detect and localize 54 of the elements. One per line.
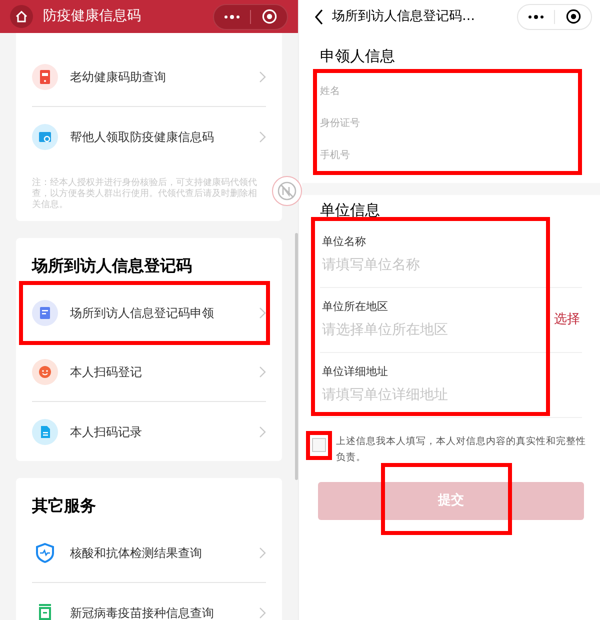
more-icon xyxy=(224,14,240,18)
card-title: 其它服务 xyxy=(32,495,97,517)
menu-item[interactable]: 帮他人领取防疫健康信息码 xyxy=(32,107,266,166)
chevron-right-icon xyxy=(259,547,266,559)
input-field[interactable]: 请选择单位所在地区 xyxy=(322,320,542,341)
input-field[interactable]: 请填写单位详细地址 xyxy=(322,384,542,406)
header-title: 场所到访人信息登记码… xyxy=(332,8,476,26)
menu-item-label: 核酸和抗体检测结果查询 xyxy=(70,545,203,562)
id-card-icon xyxy=(32,64,58,90)
input-field[interactable]: 姓名 xyxy=(320,75,582,107)
target-icon xyxy=(566,9,580,24)
home-button[interactable] xyxy=(10,5,33,28)
input-field[interactable]: 身份证号 xyxy=(320,107,582,139)
agreement-text: 上述信息我本人填写，本人对信息内容的真实性和完整性负责。 xyxy=(335,435,586,465)
crossed-out-icon xyxy=(277,181,297,201)
chevron-right-icon xyxy=(259,426,266,438)
menu-item[interactable]: 核酸和抗体检测结果查询 xyxy=(32,524,266,583)
syringe-icon xyxy=(37,602,53,620)
input-field[interactable]: 手机号 xyxy=(320,139,582,171)
menu-item-label: 本人扫码记录 xyxy=(70,424,143,440)
field-label: 单位名称 xyxy=(322,234,367,250)
field-label: 单位所在地区 xyxy=(322,299,389,316)
chevron-right-icon xyxy=(259,130,266,142)
menu-item-label: 新冠病毒疫苗接种信息查询 xyxy=(70,604,215,620)
chevron-right-icon xyxy=(259,307,266,319)
select-link[interactable]: 选择 xyxy=(554,310,582,330)
search-icon xyxy=(32,124,58,150)
menu-item[interactable]: 本人扫码登记 xyxy=(32,343,266,402)
agreement-checkbox[interactable] xyxy=(312,438,326,452)
menu-item[interactable]: 新冠病毒疫苗接种信息查询 xyxy=(32,583,266,620)
back-icon[interactable] xyxy=(314,8,324,24)
field-label: 单位详细地址 xyxy=(322,364,389,380)
card-title: 场所到访人信息登记码 xyxy=(32,255,193,277)
input-field[interactable]: 请填写单位名称 xyxy=(322,254,542,276)
menu-item-label: 本人扫码登记 xyxy=(70,364,143,381)
menu-item[interactable]: 老幼健康码助查询 xyxy=(32,48,266,107)
section-title: 申领人信息 xyxy=(320,46,396,67)
chevron-right-icon xyxy=(259,606,266,618)
menu-item-label: 老幼健康码助查询 xyxy=(70,69,167,86)
menu-item[interactable]: 本人扫码记录 xyxy=(32,402,266,461)
menu-item-label: 场所到访人信息登记码申领 xyxy=(70,305,215,322)
section-title: 单位信息 xyxy=(320,200,381,221)
smiley-icon xyxy=(32,359,58,385)
chevron-right-icon xyxy=(259,366,266,378)
home-icon xyxy=(15,10,28,23)
document-icon xyxy=(32,300,58,326)
target-icon xyxy=(262,9,276,24)
menu-item[interactable]: 场所到访人信息登记码申领 xyxy=(32,284,266,343)
file-icon xyxy=(32,418,58,444)
menu-item-label: 帮他人领取防疫健康信息码 xyxy=(70,128,215,146)
shield-icon xyxy=(36,543,54,563)
chevron-right-icon xyxy=(259,71,266,83)
header-title: 防疫健康信息码 xyxy=(43,7,142,26)
more-icon xyxy=(528,14,544,18)
